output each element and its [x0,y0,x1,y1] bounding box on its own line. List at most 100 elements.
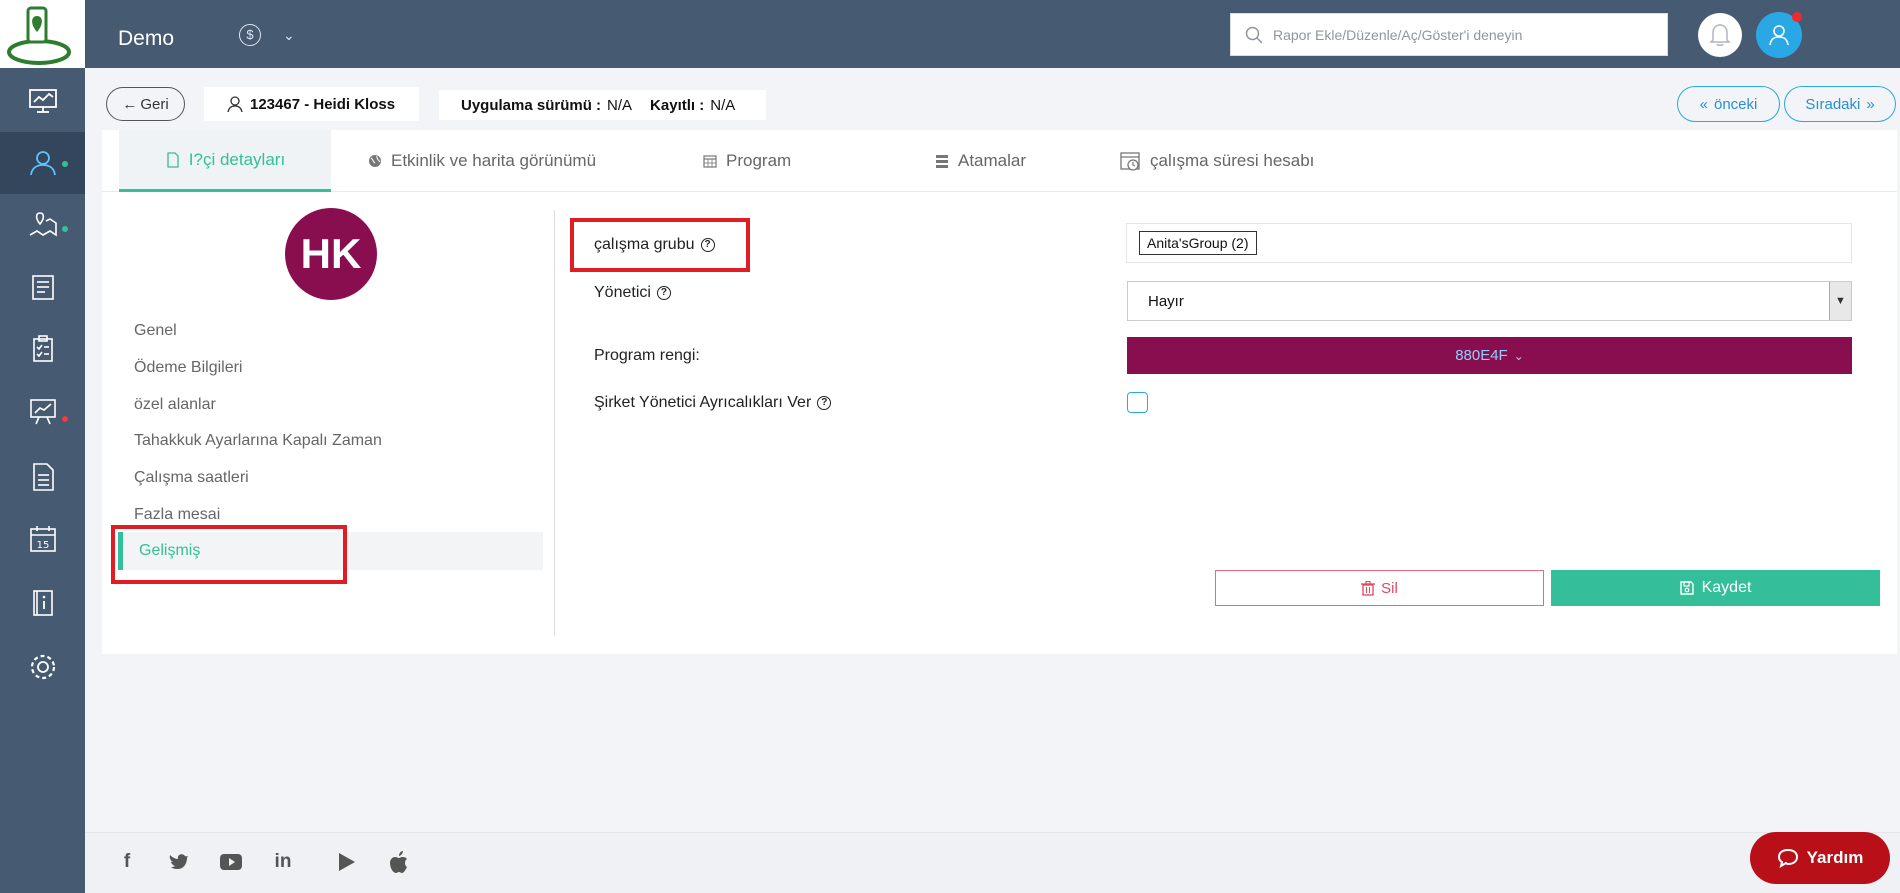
status-dot [62,226,68,232]
sidebar-item-tasks[interactable] [0,318,85,380]
sidebar-item-reports[interactable] [0,380,85,442]
app-title: Demo [118,27,175,50]
menu-item-general[interactable]: Genel [134,322,177,340]
help-icon[interactable]: ? [656,286,671,300]
tab-activity-map[interactable]: Etkinlik ve harita görünümü [367,130,596,192]
avatar: HK [285,208,377,300]
help-button[interactable]: Yardım [1750,832,1890,884]
work-group-tag[interactable]: Anita'sGroup (2) [1139,231,1257,255]
currency-icon[interactable]: $ [239,24,261,46]
menu-item-custom-fields[interactable]: özel alanlar [134,396,216,414]
app-version-value: N/A [607,96,633,114]
help-icon[interactable]: ? [817,396,832,410]
save-button[interactable]: Kaydet [1551,570,1880,606]
globe-icon [369,155,381,167]
chevron-down-icon[interactable]: ⌄ [283,27,295,44]
gear-icon [30,654,55,680]
program-color-value: 880E4F [1455,347,1508,364]
list-stack-icon [936,155,948,168]
map-pin-icon [29,212,57,237]
tab-work-time-calc[interactable]: çalışma süresi hesabı [1120,130,1314,192]
tab-label: Atamalar [958,151,1027,170]
menu-item-overtime[interactable]: Fazla mesai [134,506,220,524]
user-icon [29,151,56,176]
document-icon [167,151,179,168]
linkedin-icon[interactable]: in [271,850,295,874]
save-label: Kaydet [1701,579,1752,596]
menu-item-payment-info[interactable]: Ödeme Bilgileri [134,359,242,377]
tab-label: Program [726,151,792,170]
tab-bar: I?çi detayları Etkinlik ve harita görünü… [102,130,1897,192]
user-icon [1769,25,1789,46]
double-chevron-right-icon: » [1866,95,1875,113]
sidebar-item-dashboard[interactable] [0,70,85,132]
trash-icon [1361,580,1376,596]
facebook-icon[interactable]: f [115,850,139,874]
delete-button[interactable]: Sil [1215,570,1544,606]
search-box[interactable] [1230,13,1668,56]
next-button[interactable]: Sıradaki » [1784,86,1896,122]
youtube-icon[interactable] [219,850,243,874]
tab-label: çalışma süresi hesabı [1150,151,1315,170]
monitor-chart-icon [28,89,57,113]
search-input[interactable] [1273,26,1653,43]
calendar-grid-icon [703,155,717,168]
user-icon [227,96,243,113]
tab-assignments[interactable]: Atamalar [934,130,1026,192]
play-store-icon[interactable] [335,850,359,874]
manager-label: Yönetici ? [594,284,671,302]
menu-item-working-hours[interactable]: Çalışma saatleri [134,469,249,487]
twitter-icon[interactable] [167,850,191,874]
work-group-field[interactable]: Anita'sGroup (2) [1126,223,1852,263]
clipboard-check-icon [32,335,53,362]
tab-label: I?çi detayları [188,149,286,169]
floppy-disk-icon [1679,581,1694,595]
highlight-box [570,218,750,272]
arrow-left-icon: ← [122,95,138,113]
tab-program[interactable]: Program [702,130,791,192]
chevron-down-icon: ⌄ [1513,348,1524,363]
back-button[interactable]: ← Geri [106,87,185,121]
sidebar-item-documents[interactable] [0,446,85,508]
apple-icon[interactable] [387,850,411,874]
next-label: Sıradaki [1805,95,1861,113]
previous-button[interactable]: « önceki [1677,86,1780,122]
employee-name: 123467 - Heidi Kloss [250,95,396,113]
sidebar: 15 [0,0,85,893]
divider [554,210,555,636]
sidebar-item-timesheets[interactable] [0,256,85,318]
notifications-button[interactable] [1698,13,1742,57]
sidebar-item-calendar[interactable]: 15 [0,508,85,570]
delete-label: Sil [1381,579,1398,597]
tab-label: Etkinlik ve harita görünümü [391,151,597,170]
status-dot [62,416,68,422]
calendar-clock-icon [1120,152,1140,171]
company-admin-label-text: Şirket Yönetici Ayrıcalıkları Ver [594,394,812,411]
presentation-chart-icon [29,399,56,425]
registered-label: Kayıtlı : [650,96,705,114]
book-info-icon [32,590,53,616]
back-label: Geri [140,95,169,113]
sidebar-item-employees[interactable] [0,132,85,194]
svg-text:15: 15 [36,540,49,551]
sidebar-item-guide[interactable] [0,572,85,634]
registered-value: N/A [710,96,736,114]
program-color-label-text: Program rengi: [594,347,700,364]
calendar-icon: 15 [29,526,56,552]
main-card: I?çi detayları Etkinlik ve harita görünü… [102,130,1897,654]
company-admin-label: Şirket Yönetici Ayrıcalıkları Ver ? [594,394,832,412]
help-label: Yardım [1806,848,1864,867]
menu-item-accrual-time-off[interactable]: Tahakkuk Ayarlarına Kapalı Zaman [134,432,382,450]
sidebar-item-map[interactable] [0,194,85,256]
program-color-picker[interactable]: 880E4F ⌄ [1127,337,1852,374]
tab-employee-details[interactable]: I?çi detayları [119,130,331,192]
employee-box: 123467 - Heidi Kloss [204,87,419,121]
program-color-label: Program rengi: [594,347,700,365]
document-icon [32,463,54,491]
sidebar-item-settings[interactable] [0,636,85,698]
previous-label: önceki [1713,95,1758,113]
version-info: Uygulama sürümü : N/A Kayıtlı : N/A [439,90,766,120]
company-admin-checkbox[interactable] [1127,392,1148,413]
manager-select[interactable]: Hayır ▼ [1127,281,1852,321]
logo[interactable] [0,0,85,68]
